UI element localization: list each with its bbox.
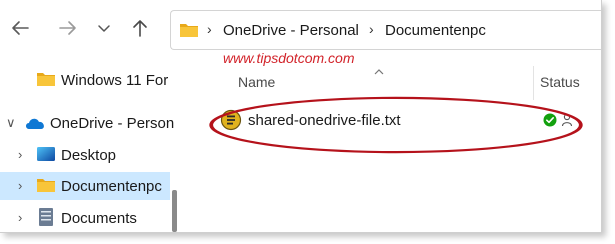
column-header-status[interactable]: Status [540, 74, 580, 90]
navigation-pane: Windows 11 For ∨ OneDrive - Person › Des… [0, 58, 178, 232]
nav-scrollbar[interactable] [172, 190, 177, 232]
arrow-up-icon [133, 20, 147, 37]
desktop-icon [36, 146, 56, 167]
nav-item-label: Desktop [61, 147, 117, 164]
nav-item-label: Documentenpc [61, 178, 162, 195]
arrow-right-icon [59, 21, 76, 35]
forward-button[interactable] [52, 12, 84, 44]
nav-item-desktop[interactable]: › Desktop [0, 141, 170, 169]
address-bar[interactable]: › OneDrive - Personal › Documentenpc [170, 10, 601, 50]
chevron-right-icon[interactable]: › [18, 210, 22, 225]
chevron-right-icon[interactable]: › [18, 178, 22, 193]
breadcrumb-chevron-icon[interactable]: › [369, 21, 374, 37]
column-header-name[interactable]: Name [238, 74, 275, 90]
breadcrumb-onedrive[interactable]: OneDrive - Personal [223, 22, 359, 39]
folder-icon [36, 71, 56, 92]
sort-ascending-icon [374, 62, 384, 80]
nav-item-label: Documents [61, 210, 137, 227]
nav-item-documentenpc[interactable]: › Documentenpc [0, 172, 170, 200]
nav-item-windows-11[interactable]: Windows 11 For [0, 66, 170, 94]
chevron-down-icon [98, 25, 110, 32]
chevron-right-icon[interactable]: › [18, 147, 22, 162]
breadcrumb-documentenpc[interactable]: Documentenpc [385, 22, 486, 39]
nav-item-label: OneDrive - Person [50, 115, 175, 132]
arrow-left-icon [12, 21, 29, 35]
folder-icon [36, 177, 56, 198]
nav-item-label: Windows 11 For [61, 72, 169, 89]
back-button[interactable] [4, 12, 36, 44]
highlight-ellipse [209, 96, 583, 154]
watermark: www.tipsdotcom.com [223, 50, 355, 66]
recent-locations-button[interactable] [88, 12, 120, 44]
folder-icon [179, 22, 199, 43]
cloud-icon [24, 116, 46, 135]
nav-item-onedrive[interactable]: ∨ OneDrive - Person [0, 109, 174, 137]
up-button[interactable] [124, 12, 156, 44]
chevron-down-icon[interactable]: ∨ [6, 115, 16, 131]
nav-item-documents[interactable]: › Documents [0, 204, 170, 232]
document-icon [38, 207, 54, 232]
breadcrumb-chevron-icon[interactable]: › [207, 21, 212, 37]
